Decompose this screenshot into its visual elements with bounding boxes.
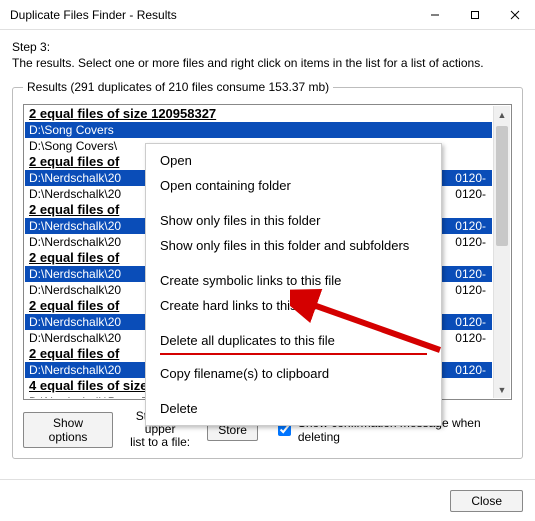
scroll-up-icon[interactable]: ▲	[494, 106, 510, 123]
menu-delete-all-duplicates[interactable]: Delete all duplicates to this file	[146, 328, 441, 353]
context-menu: Open Open containing folder Show only fi…	[145, 143, 442, 426]
window-title: Duplicate Files Finder - Results	[10, 8, 415, 22]
footer: Close	[0, 479, 535, 521]
scroll-thumb[interactable]	[496, 126, 508, 246]
menu-show-only-folder[interactable]: Show only files in this folder	[146, 208, 441, 233]
results-legend: Results (291 duplicates of 210 files con…	[23, 80, 333, 94]
menu-copy-filenames[interactable]: Copy filename(s) to clipboard	[146, 361, 441, 386]
menu-show-only-folder-subfolders[interactable]: Show only files in this folder and subfo…	[146, 233, 441, 258]
highlight-underline	[160, 353, 427, 355]
menu-create-hard-links[interactable]: Create hard links to this file	[146, 293, 441, 318]
menu-open[interactable]: Open	[146, 148, 441, 173]
scrollbar[interactable]: ▲ ▼	[493, 106, 510, 398]
menu-open-containing-folder[interactable]: Open containing folder	[146, 173, 441, 198]
list-item[interactable]: D:\Song Covers	[25, 122, 492, 138]
menu-delete[interactable]: Delete	[146, 396, 441, 421]
step-label: Step 3:	[12, 40, 523, 54]
step-description: The results. Select one or more files an…	[12, 56, 523, 70]
group-header: 2 equal files of size 120958327	[25, 106, 492, 122]
close-dialog-button[interactable]: Close	[450, 490, 523, 512]
menu-create-symbolic-links[interactable]: Create symbolic links to this file	[146, 268, 441, 293]
maximize-button[interactable]	[455, 0, 495, 30]
results-group: Results (291 duplicates of 210 files con…	[12, 80, 523, 459]
minimize-button[interactable]	[415, 0, 455, 30]
titlebar: Duplicate Files Finder - Results	[0, 0, 535, 30]
scroll-down-icon[interactable]: ▼	[494, 381, 510, 398]
close-button[interactable]	[495, 0, 535, 30]
show-options-button[interactable]: Show options	[23, 412, 113, 448]
